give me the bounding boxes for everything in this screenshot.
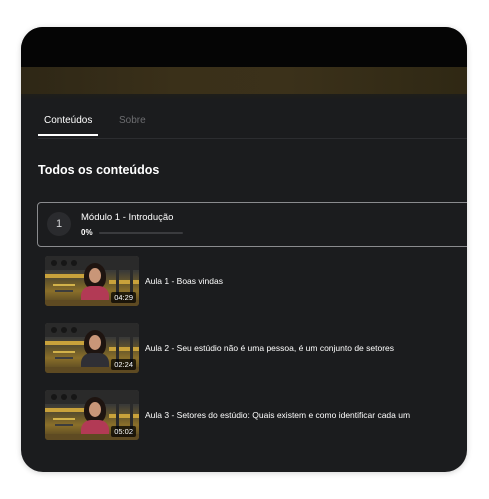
lesson-item[interactable]: 02:24 Aula 2 - Seu estúdio não é uma pes… — [45, 323, 467, 375]
tab-bar: Conteúdos Sobre — [21, 115, 467, 139]
module-number: 1 — [47, 212, 71, 236]
lesson-duration: 05:02 — [111, 426, 136, 437]
lesson-thumbnail[interactable]: 04:29 — [45, 256, 139, 306]
tab-sobre[interactable]: Sobre — [119, 115, 146, 126]
module-progress-bar — [99, 232, 183, 234]
tab-conteudos[interactable]: Conteúdos — [44, 115, 92, 126]
lesson-thumbnail[interactable]: 02:24 — [45, 323, 139, 373]
top-bar — [21, 27, 467, 67]
lesson-duration: 02:24 — [111, 359, 136, 370]
course-banner — [21, 67, 467, 94]
tabs-divider — [38, 138, 467, 139]
module-card[interactable]: 1 Módulo 1 - Introdução 0% — [37, 202, 467, 247]
app-window: Conteúdos Sobre Todos os conteúdos 1 Mód… — [21, 27, 467, 472]
module-progress-label: 0% — [81, 228, 93, 237]
lesson-item[interactable]: 05:02 Aula 3 - Setores do estúdio: Quais… — [45, 390, 467, 442]
module-title: Módulo 1 - Introdução — [81, 212, 174, 223]
lesson-duration: 04:29 — [111, 292, 136, 303]
lesson-item[interactable]: 04:29 Aula 1 - Boas vindas — [45, 256, 467, 308]
active-tab-indicator — [38, 134, 98, 136]
lesson-title: Aula 2 - Seu estúdio não é uma pessoa, é… — [145, 343, 395, 353]
section-title: Todos os conteúdos — [38, 163, 160, 177]
lesson-title: Aula 3 - Setores do estúdio: Quais exist… — [145, 410, 411, 420]
lesson-thumbnail[interactable]: 05:02 — [45, 390, 139, 440]
lesson-title: Aula 1 - Boas vindas — [145, 276, 223, 286]
